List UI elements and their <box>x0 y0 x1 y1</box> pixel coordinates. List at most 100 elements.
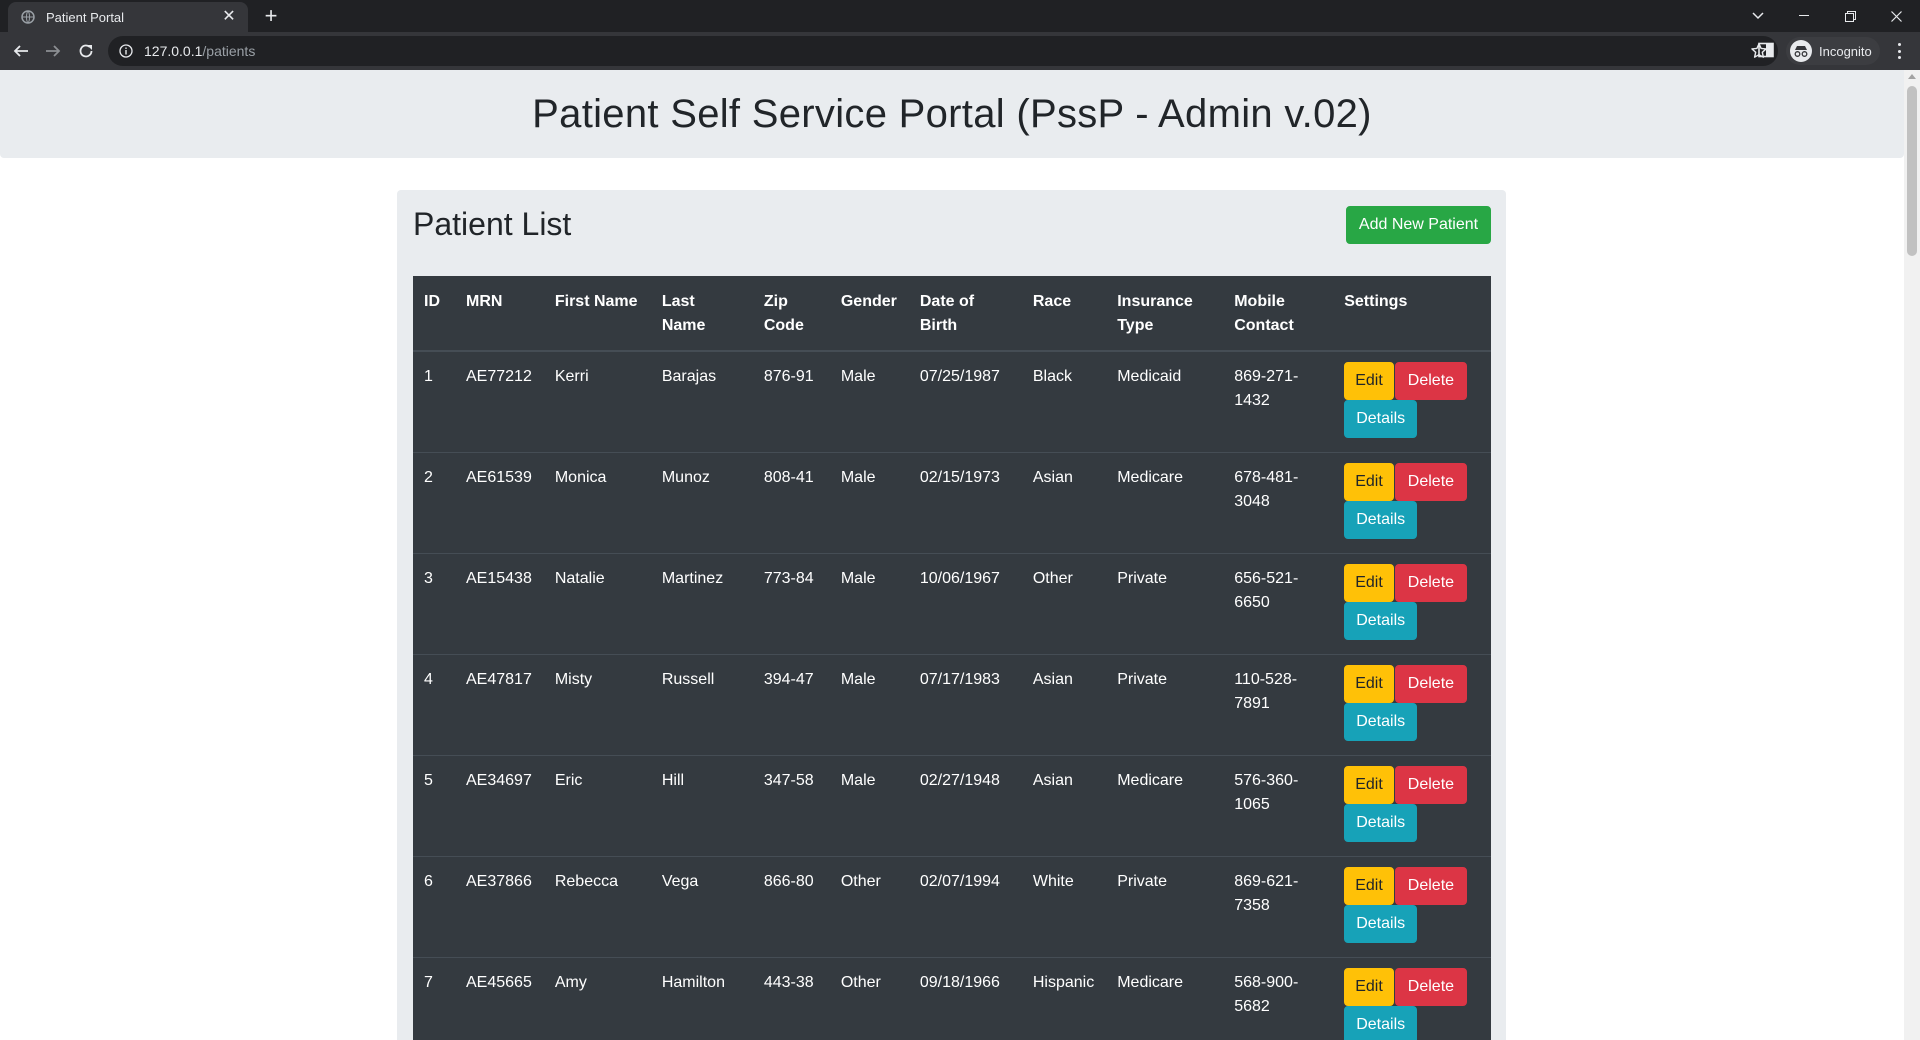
back-arrow-icon[interactable] <box>9 39 33 63</box>
cell-first-name: Misty <box>543 653 651 755</box>
details-button[interactable]: Details <box>1344 500 1418 539</box>
cell-mobile-contact: 869-271-1432 <box>1223 350 1334 452</box>
column-header-insurance-type: Insurance Type <box>1106 276 1224 352</box>
cell-gender: Other <box>829 855 909 957</box>
cell-zip-code: 394-47 <box>752 653 830 755</box>
cell-first-name: Amy <box>543 956 651 1040</box>
url-host: 127.0.0.1 <box>144 43 203 59</box>
column-header-id: ID <box>413 276 455 352</box>
cell-date-of-birth: 02/15/1973 <box>908 451 1022 553</box>
column-header-first-name: First Name <box>543 276 651 352</box>
table-header-row: ID MRN First Name Last Name Zip Code Gen… <box>413 276 1491 352</box>
cell-last-name: Barajas <box>650 350 753 452</box>
column-header-settings: Settings <box>1333 276 1491 352</box>
scrollbar-thumb[interactable] <box>1907 86 1917 256</box>
patient-list-title: Patient List <box>413 206 572 242</box>
cell-race: Hispanic <box>1021 956 1107 1040</box>
details-button[interactable]: Details <box>1344 803 1418 842</box>
incognito-profile-button[interactable]: Incognito <box>1786 37 1880 65</box>
table-row: 3 AE15438 Natalie Martinez 773-84 Male 10/06/1… <box>413 552 1491 654</box>
details-button[interactable]: Details <box>1344 601 1418 640</box>
tab-search-icon[interactable] <box>1740 4 1776 28</box>
delete-button[interactable]: Delete <box>1394 563 1468 602</box>
cell-last-name: Martinez <box>650 552 753 654</box>
cell-mrn: AE34697 <box>455 754 544 856</box>
table-row: 7 AE45665 Amy Hamilton 443-38 Other 09/18/1966… <box>413 956 1491 1040</box>
cell-id: 7 <box>413 956 455 1040</box>
delete-button[interactable]: Delete <box>1394 866 1468 905</box>
edit-button[interactable]: Edit <box>1344 462 1394 501</box>
new-tab-button[interactable]: + <box>260 5 282 28</box>
cell-insurance-type: Medicare <box>1106 754 1224 856</box>
cell-insurance-type: Medicaid <box>1106 350 1224 452</box>
delete-button[interactable]: Delete <box>1394 462 1468 501</box>
cell-date-of-birth: 07/17/1983 <box>908 653 1022 755</box>
browser-menu-icon[interactable] <box>1890 41 1908 61</box>
cell-gender: Male <box>829 754 909 856</box>
close-window-icon[interactable] <box>1878 4 1914 28</box>
address-bar[interactable]: 127.0.0.1/patients <box>108 36 1778 66</box>
details-button[interactable]: Details <box>1344 400 1418 438</box>
cell-race: Black <box>1021 350 1107 452</box>
details-button[interactable]: Details <box>1344 702 1418 741</box>
edit-button[interactable]: Edit <box>1344 362 1394 400</box>
details-button[interactable]: Details <box>1344 904 1418 943</box>
scroll-up-arrow-icon[interactable] <box>1908 74 1916 79</box>
cell-last-name: Russell <box>650 653 753 755</box>
cell-mrn: AE47817 <box>455 653 544 755</box>
cell-date-of-birth: 07/25/1987 <box>908 350 1022 452</box>
cell-mobile-contact: 869-621-7358 <box>1223 855 1334 957</box>
delete-button[interactable]: Delete <box>1394 362 1468 400</box>
cell-date-of-birth: 02/27/1948 <box>908 754 1022 856</box>
edit-button[interactable]: Edit <box>1344 765 1394 804</box>
incognito-label: Incognito <box>1819 43 1872 59</box>
site-info-icon[interactable] <box>118 43 134 59</box>
cell-settings: Edit Delete Details <box>1333 754 1491 856</box>
delete-button[interactable]: Delete <box>1394 967 1468 1006</box>
reload-icon[interactable] <box>74 39 98 63</box>
delete-button[interactable]: Delete <box>1394 664 1468 703</box>
cell-settings: Edit Delete Details <box>1333 451 1491 553</box>
page-viewport: Patient Self Service Portal (PssP - Admi… <box>0 70 1904 1040</box>
browser-toolbar: 127.0.0.1/patients Incognito <box>0 32 1920 70</box>
cell-last-name: Hamilton <box>650 956 753 1040</box>
cell-insurance-type: Private <box>1106 855 1224 957</box>
cell-last-name: Hill <box>650 754 753 856</box>
patient-list-card: Patient List Add New Patient ID MRN Firs… <box>397 190 1506 1040</box>
cell-gender: Male <box>829 451 909 553</box>
cell-gender: Other <box>829 956 909 1040</box>
page-header: Patient Self Service Portal (PssP - Admi… <box>0 70 1904 158</box>
cell-last-name: Munoz <box>650 451 753 553</box>
cell-zip-code: 443-38 <box>752 956 830 1040</box>
close-tab-icon[interactable]: ✕ <box>220 9 238 25</box>
page-scrollbar[interactable] <box>1904 70 1920 1040</box>
table-row: 2 AE61539 Monica Munoz 808-41 Male 02/15/1973 A… <box>413 451 1491 553</box>
cell-last-name: Vega <box>650 855 753 957</box>
cell-gender: Male <box>829 653 909 755</box>
patient-table: ID MRN First Name Last Name Zip Code Gen… <box>413 276 1491 1040</box>
minimize-icon[interactable] <box>1786 4 1822 28</box>
cell-mobile-contact: 576-360-1065 <box>1223 754 1334 856</box>
edit-button[interactable]: Edit <box>1344 664 1394 703</box>
forward-arrow-icon[interactable] <box>41 39 65 63</box>
cell-race: Asian <box>1021 754 1107 856</box>
patient-table-body: 1 AE77212 Kerri Barajas 876-91 Male 07/25/1987… <box>413 350 1491 1040</box>
browser-tab[interactable]: Patient Portal ✕ <box>8 2 248 32</box>
edit-button[interactable]: Edit <box>1344 563 1394 602</box>
restore-icon[interactable] <box>1832 4 1868 28</box>
cell-mrn: AE15438 <box>455 552 544 654</box>
cell-date-of-birth: 02/07/1994 <box>908 855 1022 957</box>
details-button[interactable]: Details <box>1344 1005 1418 1040</box>
table-row: 1 AE77212 Kerri Barajas 876-91 Male 07/25/1987… <box>413 350 1491 452</box>
url-path: /patients <box>202 43 256 59</box>
side-panel-icon[interactable] <box>1758 42 1776 60</box>
delete-button[interactable]: Delete <box>1394 765 1468 804</box>
cell-first-name: Eric <box>543 754 651 856</box>
cell-date-of-birth: 10/06/1967 <box>908 552 1022 654</box>
add-new-patient-button[interactable]: Add New Patient <box>1346 206 1491 244</box>
cell-id: 3 <box>413 552 455 654</box>
edit-button[interactable]: Edit <box>1344 866 1394 905</box>
cell-zip-code: 773-84 <box>752 552 830 654</box>
column-header-mrn: MRN <box>455 276 544 352</box>
edit-button[interactable]: Edit <box>1344 967 1394 1006</box>
